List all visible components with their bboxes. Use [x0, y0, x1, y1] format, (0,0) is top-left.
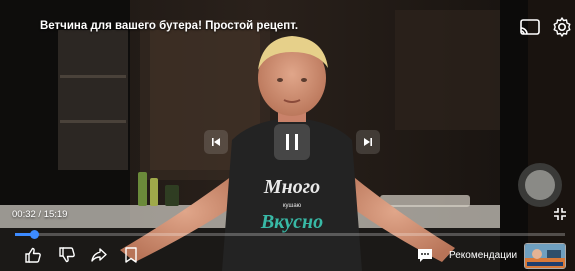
- skip-previous-button[interactable]: [204, 130, 228, 154]
- cast-icon[interactable]: [518, 15, 542, 39]
- fullscreen-icon[interactable]: [551, 205, 569, 223]
- share-icon[interactable]: [90, 246, 108, 264]
- skip-next-icon: [364, 138, 372, 146]
- pause-icon: [286, 134, 298, 150]
- recommendations-button[interactable]: Рекомендации: [449, 250, 517, 261]
- recommendation-thumbnail[interactable]: [524, 243, 566, 269]
- shirt-print-bottom: Вкусно: [260, 211, 323, 233]
- seek-bar-track: [15, 233, 565, 236]
- video-title: Ветчина для вашего бутера! Простой рецеп…: [40, 20, 299, 32]
- comment-icon[interactable]: [416, 246, 434, 264]
- bookmark-icon[interactable]: [122, 246, 140, 264]
- pause-button[interactable]: [274, 124, 310, 160]
- shirt-print-top: Много: [263, 176, 320, 198]
- time-display: 00:32 / 15:19: [12, 209, 68, 220]
- video-player[interactable]: Много кушаю Вкусно Ветчина для вашего бу…: [0, 0, 575, 271]
- skip-next-button[interactable]: [356, 130, 380, 154]
- seek-bar[interactable]: [15, 230, 565, 239]
- skip-previous-icon: [212, 138, 220, 146]
- gear-icon[interactable]: [550, 15, 574, 39]
- thumb-up-icon[interactable]: [24, 246, 42, 264]
- thumb-down-icon[interactable]: [58, 246, 76, 264]
- shirt-print-middle: кушаю: [283, 203, 302, 209]
